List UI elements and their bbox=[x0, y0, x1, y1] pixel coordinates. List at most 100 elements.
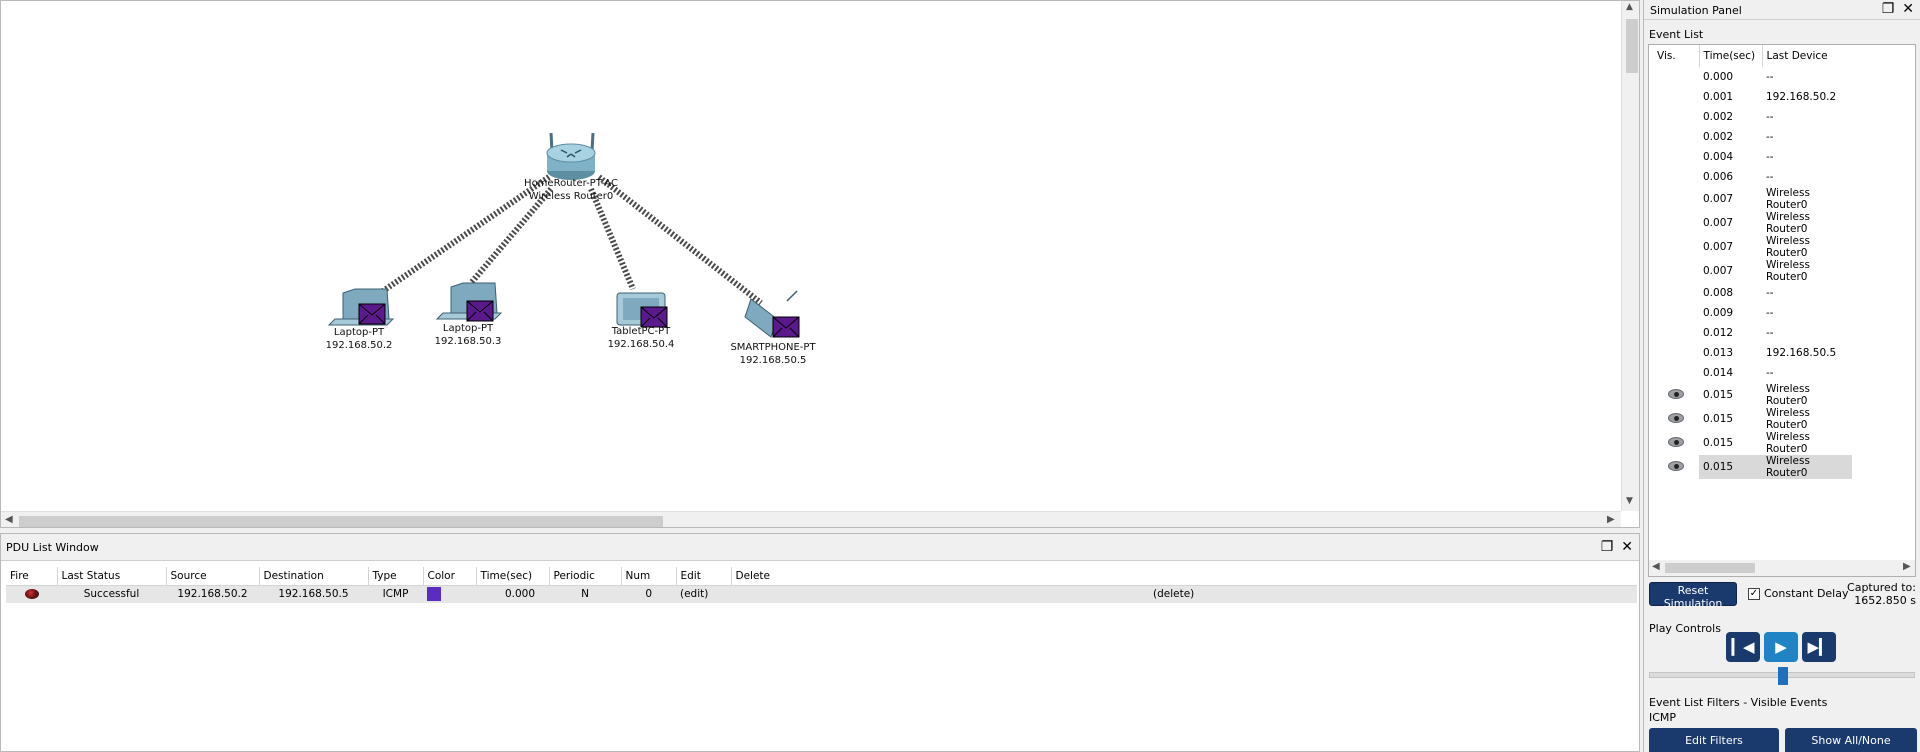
eye-icon[interactable] bbox=[1668, 436, 1684, 447]
step-back-button[interactable]: ▎◀ bbox=[1726, 632, 1760, 662]
column-header[interactable]: Type bbox=[368, 567, 424, 586]
event-vis-cell[interactable] bbox=[1653, 187, 1699, 211]
scroll-right-icon[interactable]: ▶ bbox=[1903, 561, 1911, 572]
event-list-filters-label: Event List Filters - Visible Events bbox=[1649, 696, 1828, 709]
scroll-left-icon[interactable]: ◀ bbox=[5, 514, 13, 525]
scroll-thumb[interactable] bbox=[1665, 563, 1755, 573]
event-vis-cell[interactable] bbox=[1653, 147, 1699, 167]
event-row[interactable]: 0.007 Wireless Router0 bbox=[1653, 211, 1852, 235]
event-vis-cell[interactable] bbox=[1653, 407, 1699, 431]
event-row[interactable]: 0.014 -- bbox=[1653, 363, 1852, 383]
restore-window-icon[interactable]: ❐ bbox=[1882, 1, 1895, 17]
scroll-thumb[interactable] bbox=[1626, 19, 1638, 73]
event-row[interactable]: 0.013 192.168.50.5 bbox=[1653, 343, 1852, 363]
event-vis-cell[interactable] bbox=[1653, 383, 1699, 407]
event-row[interactable]: 0.015 Wireless Router0 bbox=[1653, 431, 1852, 455]
slider-knob[interactable] bbox=[1778, 667, 1788, 685]
column-header[interactable]: Time(sec) bbox=[1699, 45, 1763, 67]
logical-workspace[interactable]: HomeRouter-PT-AC Wireless Router0 Laptop… bbox=[0, 0, 1640, 528]
event-row[interactable]: 0.012 -- bbox=[1653, 323, 1852, 343]
device-label-laptop-1[interactable]: Laptop-PT 192.168.50.2 bbox=[326, 326, 393, 352]
play-button[interactable]: ▶ bbox=[1764, 632, 1798, 662]
event-row[interactable]: 0.015 Wireless Router0 bbox=[1653, 407, 1852, 431]
device-label-laptop-2[interactable]: Laptop-PT 192.168.50.3 bbox=[435, 322, 502, 348]
event-row[interactable]: 0.007 Wireless Router0 bbox=[1653, 235, 1852, 259]
event-time: 0.015 bbox=[1703, 413, 1734, 425]
column-header[interactable]: Fire bbox=[6, 567, 58, 586]
router-icon[interactable] bbox=[546, 132, 596, 180]
device-label-tablet[interactable]: TabletPC-PT 192.168.50.4 bbox=[608, 325, 675, 351]
edit-filters-button[interactable]: Edit Filters bbox=[1649, 728, 1779, 752]
workspace-horizontal-scrollbar[interactable]: ◀ ▶ bbox=[1, 511, 1621, 527]
checkbox-icon[interactable]: ✓ bbox=[1748, 587, 1760, 600]
column-header[interactable]: Last Status bbox=[57, 567, 167, 586]
show-all-none-button[interactable]: Show All/None bbox=[1785, 728, 1917, 752]
event-row[interactable]: 0.007 Wireless Router0 bbox=[1653, 259, 1852, 283]
device-label-smartphone[interactable]: SMARTPHONE-PT 192.168.50.5 bbox=[730, 341, 815, 367]
close-icon[interactable]: ✕ bbox=[1621, 539, 1633, 555]
event-vis-cell[interactable] bbox=[1653, 363, 1699, 383]
event-row[interactable]: 0.001 192.168.50.2 bbox=[1653, 87, 1852, 107]
event-vis-cell[interactable] bbox=[1653, 167, 1699, 187]
eye-icon[interactable] bbox=[1668, 412, 1684, 423]
column-header[interactable]: Last Device bbox=[1762, 45, 1852, 67]
table-row[interactable]: Successful 192.168.50.2 192.168.50.5 ICM… bbox=[6, 585, 1637, 603]
column-header[interactable]: Edit bbox=[676, 567, 732, 586]
event-vis-cell[interactable] bbox=[1653, 343, 1699, 363]
topology-canvas[interactable] bbox=[1, 1, 1621, 511]
event-vis-cell[interactable] bbox=[1653, 235, 1699, 259]
event-vis-cell[interactable] bbox=[1653, 303, 1699, 323]
column-header[interactable]: Periodic bbox=[549, 567, 622, 586]
column-header[interactable]: Destination bbox=[259, 567, 369, 586]
event-row[interactable]: 0.015 Wireless Router0 bbox=[1653, 455, 1852, 479]
event-vis-cell[interactable] bbox=[1653, 127, 1699, 147]
play-speed-slider[interactable] bbox=[1649, 667, 1915, 685]
scroll-right-icon[interactable]: ▶ bbox=[1607, 514, 1615, 525]
event-vis-cell[interactable] bbox=[1653, 455, 1699, 479]
column-header[interactable]: Delete bbox=[731, 567, 1637, 586]
event-row[interactable]: 0.007 Wireless Router0 bbox=[1653, 187, 1852, 211]
event-time: 0.009 bbox=[1703, 307, 1734, 319]
event-list-horizontal-scrollbar[interactable]: ◀ ▶ bbox=[1649, 560, 1915, 576]
event-row[interactable]: 0.004 -- bbox=[1653, 147, 1852, 167]
reset-simulation-button[interactable]: Reset Simulation bbox=[1649, 582, 1737, 610]
column-header[interactable]: Color bbox=[423, 567, 477, 586]
event-row[interactable]: 0.015 Wireless Router0 bbox=[1653, 383, 1852, 407]
constant-delay-checkbox[interactable]: ✓ Constant Delay bbox=[1748, 587, 1849, 600]
event-vis-cell[interactable] bbox=[1653, 107, 1699, 127]
workspace-vertical-scrollbar[interactable]: ▲ ▼ bbox=[1621, 1, 1639, 511]
event-row[interactable]: 0.000 -- bbox=[1653, 67, 1852, 87]
pdu-color-swatch[interactable] bbox=[427, 587, 441, 602]
eye-icon[interactable] bbox=[1668, 388, 1684, 399]
event-list-label: Event List bbox=[1649, 28, 1704, 41]
column-header[interactable]: Vis. bbox=[1653, 45, 1700, 67]
scroll-down-icon[interactable]: ▼ bbox=[1626, 496, 1633, 506]
router-label[interactable]: HomeRouter-PT-AC Wireless Router0 bbox=[524, 177, 618, 203]
eye-icon[interactable] bbox=[1668, 460, 1684, 471]
restore-window-icon[interactable]: ❐ bbox=[1601, 539, 1614, 555]
close-icon[interactable]: ✕ bbox=[1902, 1, 1914, 17]
scroll-up-icon[interactable]: ▲ bbox=[1626, 2, 1633, 12]
column-header[interactable]: Time(sec) bbox=[476, 567, 550, 586]
event-row[interactable]: 0.002 -- bbox=[1653, 127, 1852, 147]
event-vis-cell[interactable] bbox=[1653, 323, 1699, 343]
pdu-delete-link[interactable]: (delete) bbox=[731, 585, 1637, 603]
event-vis-cell[interactable] bbox=[1653, 211, 1699, 235]
step-forward-button[interactable]: ▶▎ bbox=[1802, 632, 1836, 662]
event-row[interactable]: 0.009 -- bbox=[1653, 303, 1852, 323]
event-row[interactable]: 0.002 -- bbox=[1653, 107, 1852, 127]
event-row[interactable]: 0.008 -- bbox=[1653, 283, 1852, 303]
fire-icon[interactable] bbox=[24, 589, 39, 600]
event-vis-cell[interactable] bbox=[1653, 259, 1699, 283]
event-vis-cell[interactable] bbox=[1653, 283, 1699, 303]
scroll-left-icon[interactable]: ◀ bbox=[1652, 561, 1660, 572]
column-header[interactable]: Source bbox=[166, 567, 260, 586]
scroll-thumb[interactable] bbox=[19, 516, 663, 527]
event-vis-cell[interactable] bbox=[1653, 431, 1699, 455]
pdu-edit-link[interactable]: (edit) bbox=[676, 585, 731, 603]
event-vis-cell[interactable] bbox=[1653, 67, 1699, 87]
event-row[interactable]: 0.006 -- bbox=[1653, 167, 1852, 187]
column-header[interactable]: Num bbox=[621, 567, 677, 586]
event-vis-cell[interactable] bbox=[1653, 87, 1699, 107]
event-list[interactable]: Vis. Time(sec) Last Device 0.000 -- 0.001 1… bbox=[1648, 44, 1916, 577]
